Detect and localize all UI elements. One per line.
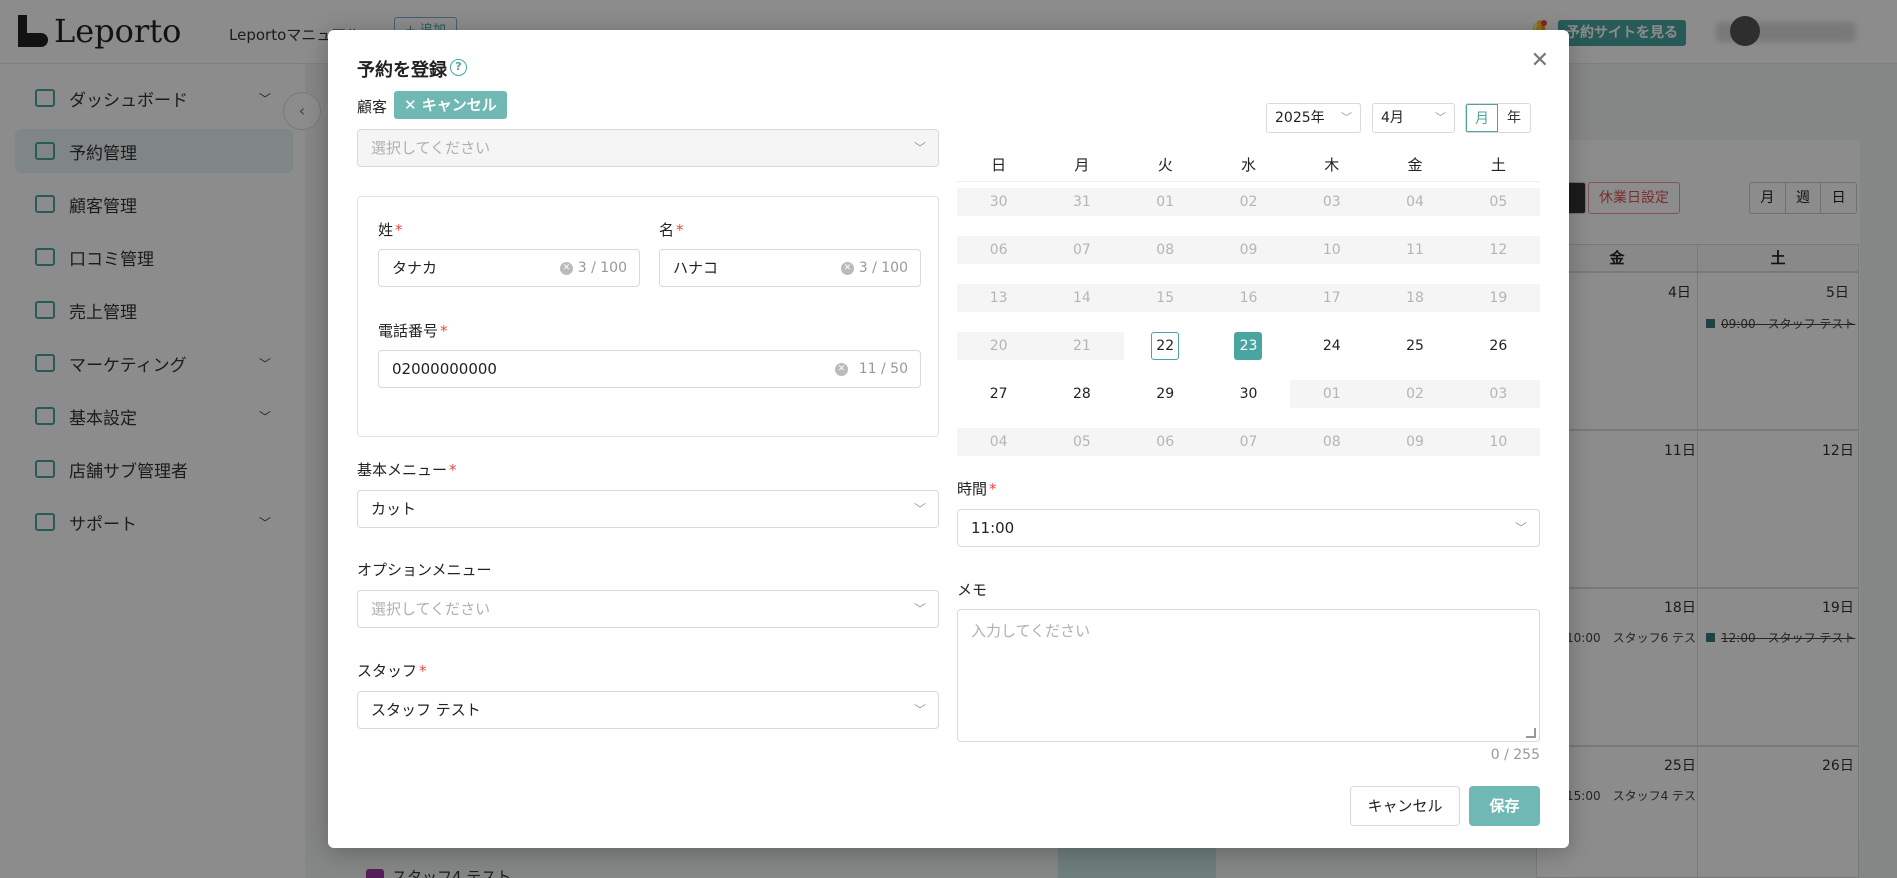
modal-title: 予約を登録 (357, 60, 447, 81)
chevron-down-icon: ﹀ (913, 502, 926, 516)
calendar-day: 21 (1040, 332, 1124, 360)
chevron-down-icon: ﹀ (1435, 111, 1446, 124)
calendar-day: 03 (1290, 188, 1374, 216)
calendar-day: 19 (1456, 284, 1540, 312)
calendar-day: 17 (1290, 284, 1374, 312)
weekday-header: 水 (1206, 148, 1291, 182)
last-name-field[interactable]: タナカ ✕ 3 / 100 (378, 249, 640, 287)
last-name-label: 姓 * (378, 221, 403, 239)
weekday-header: 日 (957, 148, 1041, 182)
calendar-day: 31 (1040, 188, 1124, 216)
customer-label: 顧客 (357, 98, 388, 116)
calendar-day: 09 (1206, 236, 1291, 264)
calendar-day: 05 (1456, 188, 1540, 216)
calendar-day: 06 (957, 236, 1041, 264)
memo-textarea[interactable]: 入力してください (957, 609, 1540, 742)
customer-info-card: 姓 * タナカ ✕ 3 / 100 名 * ハナコ ✕ 3 / 100 電話番号 * … (357, 196, 939, 437)
calendar-day: 30 (957, 188, 1041, 216)
resize-handle-icon[interactable] (1526, 728, 1536, 738)
weekday-header: 木 (1290, 148, 1374, 182)
calendar-day[interactable]: 27 (957, 380, 1040, 408)
chevron-down-icon: ﹀ (1341, 111, 1352, 124)
calendar-day: 18 (1373, 284, 1457, 312)
calendar-day[interactable]: 30 (1207, 380, 1290, 408)
calendar-day: 02 (1373, 380, 1457, 408)
calendar-day: 02 (1206, 188, 1291, 216)
time-select[interactable]: 11:00 ﹀ (957, 509, 1540, 547)
calendar-day[interactable]: 23 (1207, 332, 1290, 360)
cancel-customer-button[interactable]: ✕ キャンセル (394, 91, 507, 119)
weekday-header: 月 (1040, 148, 1124, 182)
calendar-day[interactable]: 24 (1290, 332, 1373, 360)
option-menu-label: オプションメニュー (357, 561, 492, 579)
phone-label: 電話番号 * (378, 322, 448, 340)
calendar-day: 06 (1123, 428, 1207, 456)
calendar-day[interactable]: 26 (1457, 332, 1540, 360)
first-name-field[interactable]: ハナコ ✕ 3 / 100 (659, 249, 921, 287)
calendar-day[interactable]: 28 (1040, 380, 1123, 408)
weekday-header: 火 (1123, 148, 1207, 182)
calendar-day: 04 (957, 428, 1041, 456)
calendar-day: 07 (1206, 428, 1291, 456)
calendar-day: 03 (1456, 380, 1540, 408)
weekday-header: 金 (1373, 148, 1457, 182)
calendar-day: 01 (1123, 188, 1207, 216)
calendar-day: 11 (1373, 236, 1457, 264)
chevron-down-icon: ﹀ (913, 602, 926, 616)
calendar-day: 10 (1290, 236, 1374, 264)
clear-icon[interactable]: ✕ (835, 363, 848, 376)
calendar-day: 05 (1040, 428, 1124, 456)
mode-month[interactable]: 月 (1466, 104, 1498, 132)
staff-label: スタッフ * (357, 662, 427, 680)
time-label: 時間 * (957, 480, 997, 498)
first-name-label: 名 * (659, 221, 684, 239)
weekday-header: 土 (1456, 148, 1540, 182)
year-select[interactable]: 2025年 ﹀ (1266, 103, 1361, 133)
save-button[interactable]: 保存 (1469, 786, 1540, 826)
calendar-day: 20 (957, 332, 1041, 360)
calendar-day: 15 (1123, 284, 1207, 312)
help-icon[interactable]: ? (450, 59, 467, 76)
option-menu-select[interactable]: 選択してください ﹀ (357, 590, 939, 628)
calendar-mode-toggle[interactable]: 月 年 (1465, 103, 1531, 133)
chevron-down-icon: ﹀ (913, 703, 926, 717)
memo-label: メモ (957, 581, 988, 599)
base-menu-label: 基本メニュー * (357, 461, 457, 479)
calendar-day: 08 (1123, 236, 1207, 264)
calendar-day[interactable]: 22 (1124, 332, 1207, 360)
calendar-day: 09 (1373, 428, 1457, 456)
clear-icon[interactable]: ✕ (841, 262, 854, 275)
calendar-day: 13 (957, 284, 1041, 312)
calendar-day[interactable]: 25 (1373, 332, 1456, 360)
calendar-day[interactable]: 29 (1124, 380, 1207, 408)
mode-year[interactable]: 年 (1498, 104, 1530, 132)
calendar-day: 12 (1456, 236, 1540, 264)
cancel-button[interactable]: キャンセル (1350, 786, 1460, 826)
close-icon[interactable]: ✕ (1531, 48, 1549, 73)
calendar-day: 01 (1290, 380, 1374, 408)
reservation-modal: 予約を登録 ? ✕ 顧客 ✕ キャンセル 選択してください ﹀ 姓 * タナカ ✕… (328, 30, 1569, 848)
memo-count: 0 / 255 (1490, 747, 1540, 763)
calendar-day: 07 (1040, 236, 1124, 264)
staff-select[interactable]: スタッフ テスト ﹀ (357, 691, 939, 729)
customer-select[interactable]: 選択してください ﹀ (357, 129, 939, 167)
calendar-day: 10 (1456, 428, 1540, 456)
calendar-day: 14 (1040, 284, 1124, 312)
phone-field[interactable]: 02000000000 ✕ 11 / 50 (378, 350, 921, 388)
base-menu-select[interactable]: カット ﹀ (357, 490, 939, 528)
chevron-down-icon: ﹀ (1514, 521, 1527, 535)
chevron-down-icon: ﹀ (913, 141, 926, 155)
calendar-day: 08 (1290, 428, 1374, 456)
month-select[interactable]: 4月 ﹀ (1372, 103, 1455, 133)
calendar-day: 04 (1373, 188, 1457, 216)
calendar-day: 16 (1206, 284, 1291, 312)
clear-icon[interactable]: ✕ (560, 262, 573, 275)
